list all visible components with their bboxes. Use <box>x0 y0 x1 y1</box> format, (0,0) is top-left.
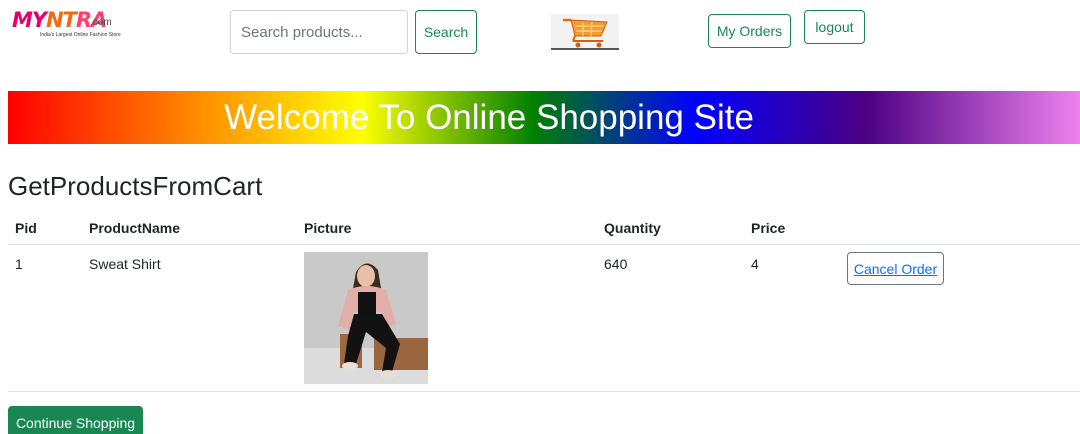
search-input[interactable] <box>230 10 408 54</box>
cell-price: 4 <box>751 256 759 272</box>
cell-product-name: Sweat Shirt <box>89 256 161 272</box>
welcome-banner: Welcome To Online Shopping Site <box>8 91 1080 144</box>
table-header-divider <box>8 244 1080 245</box>
column-header-picture: Picture <box>304 220 352 236</box>
search-button[interactable]: Search <box>415 10 477 54</box>
logo-tagline: India's Largest Online Fashion Store <box>40 32 121 38</box>
continue-shopping-button[interactable]: Continue Shopping <box>8 406 143 434</box>
column-header-quantity: Quantity <box>604 220 661 236</box>
my-orders-button[interactable]: My Orders <box>708 14 791 48</box>
logout-button[interactable]: logout <box>804 10 865 44</box>
banner-text: Welcome To Online Shopping Site <box>224 97 754 137</box>
logo-suffix: .com <box>90 17 112 28</box>
column-header-product-name: ProductName <box>89 220 181 236</box>
column-header-pid: Pid <box>15 220 37 236</box>
column-header-price: Price <box>751 220 786 236</box>
page-title: GetProductsFromCart <box>8 171 263 201</box>
cell-pid: 1 <box>15 256 23 272</box>
table-row-divider <box>8 391 1080 392</box>
cell-quantity: 640 <box>604 256 628 272</box>
product-image <box>304 252 428 384</box>
cancel-order-button[interactable]: Cancel Order <box>847 252 944 285</box>
brand-logo[interactable]: MYNTRA .com India's Largest Online Fashi… <box>10 8 130 40</box>
shopping-cart-icon[interactable] <box>551 14 619 50</box>
